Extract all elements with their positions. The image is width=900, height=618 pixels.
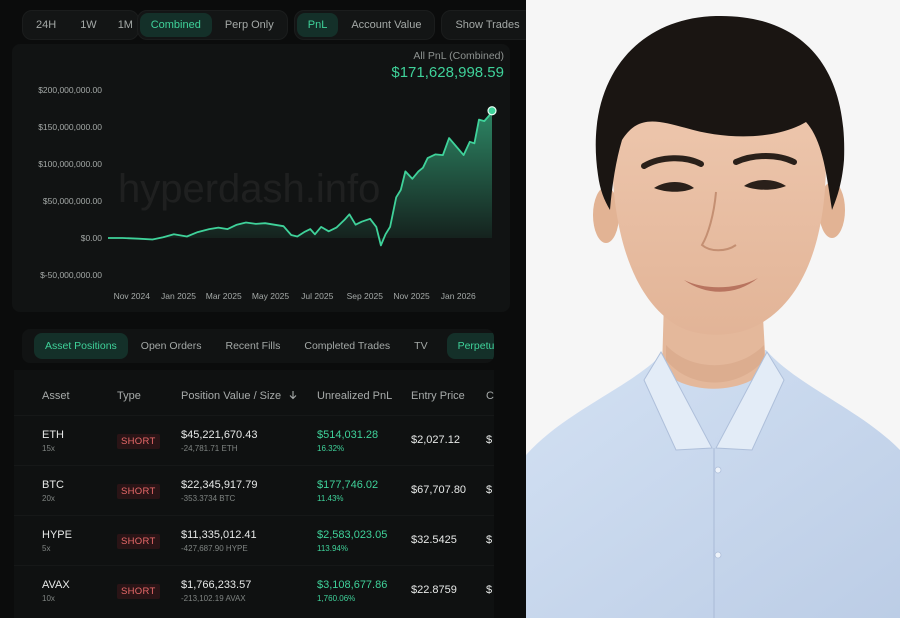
account-value-button[interactable]: Account Value [340, 13, 432, 37]
range-1w-button[interactable]: 1W [69, 13, 108, 37]
header-asset[interactable]: Asset [42, 390, 70, 402]
header-position-value[interactable]: Position Value / Size [181, 390, 298, 402]
y-tick-label: $0.00 [81, 233, 103, 243]
position-value: $11,335,012.41 [181, 529, 257, 541]
asset-leverage: 5x [42, 544, 51, 553]
chart-subtitle: All PnL (Combined) [413, 50, 504, 62]
table-row[interactable]: HYPE 5x SHORT $11,335,012.41 -427,687.90… [14, 515, 494, 565]
table-row[interactable]: BTC 20x SHORT $22,345,917.79 -353.3734 B… [14, 465, 494, 515]
unrealized-pnl-pct: 11.43% [317, 494, 344, 503]
range-1m-button[interactable]: 1M [110, 13, 136, 37]
unrealized-pnl: $2,583,023.05 [317, 529, 388, 541]
metric-group: PnL Account Value [293, 10, 436, 40]
asset-leverage: 20x [42, 494, 55, 503]
position-value: $22,345,917.79 [181, 479, 258, 491]
x-tick-label: May 2025 [252, 291, 290, 301]
header-type[interactable]: Type [117, 390, 141, 402]
table-row[interactable]: ETH 15x SHORT $45,221,670.43 -24,781.71 … [14, 415, 494, 465]
show-trades-group: Show Trades [441, 10, 526, 40]
position-value: $45,221,670.43 [181, 429, 258, 441]
tab-recent-fills[interactable]: Recent Fills [215, 333, 292, 359]
show-trades-button[interactable]: Show Trades [444, 13, 526, 37]
side-badge: SHORT [117, 584, 160, 599]
chart-filter-bar: 24H 1W 1M Combined Perp Only PnL Account… [22, 10, 526, 40]
perpetual-filter-button[interactable]: Perpetual [446, 333, 494, 359]
watermark-text: hyperdash.info [118, 167, 380, 211]
position-size: -213,102.19 AVAX [181, 594, 246, 603]
tab-open-orders[interactable]: Open Orders [130, 333, 213, 359]
asset-name: BTC [42, 479, 64, 491]
unrealized-pnl: $514,031.28 [317, 429, 379, 441]
side-badge: SHORT [117, 534, 160, 549]
x-tick-label: Sep 2025 [347, 291, 384, 301]
y-tick-label: $200,000,000.00 [38, 85, 102, 95]
dashboard-panel: 24H 1W 1M Combined Perp Only PnL Account… [0, 0, 526, 618]
total-pnl-value: $171,628,998.59 [391, 64, 504, 81]
positions-tab-bar: Asset Positions Open Orders Recent Fills… [22, 329, 494, 363]
position-size: -353.3734 BTC [181, 494, 236, 503]
side-badge: SHORT [117, 484, 160, 499]
header-unrealized-pnl[interactable]: Unrealized PnL [317, 390, 392, 402]
entry-price: $67,707.80 [411, 484, 467, 496]
position-size: -427,687.90 HYPE [181, 544, 248, 553]
unrealized-pnl-pct: 1,760.06% [317, 594, 356, 603]
time-range-group: 24H 1W 1M [22, 10, 139, 40]
portrait-photo [526, 0, 900, 618]
y-tick-label: $-50,000,000.00 [40, 270, 102, 280]
tab-tv[interactable]: TV [403, 333, 438, 359]
x-tick-label: Mar 2025 [206, 291, 242, 301]
header-current-price[interactable]: C [486, 390, 494, 402]
x-tick-label: Jan 2025 [161, 291, 196, 301]
x-tick-label: Nov 2025 [393, 291, 430, 301]
unrealized-pnl-pct: 113.94% [317, 544, 348, 553]
perp-only-button[interactable]: Perp Only [214, 13, 285, 37]
asset-leverage: 10x [42, 594, 55, 603]
position-size: -24,781.71 ETH [181, 444, 238, 453]
current-price: $ [486, 584, 493, 596]
entry-price: $32.5425 [411, 534, 457, 546]
asset-leverage: 15x [42, 444, 55, 453]
y-tick-label: $100,000,000.00 [38, 159, 102, 169]
range-24h-button[interactable]: 24H [25, 13, 67, 37]
table-row[interactable]: AVAX 10x SHORT $1,766,233.57 -213,102.19… [14, 565, 494, 615]
unrealized-pnl: $177,746.02 [317, 479, 379, 491]
asset-name: ETH [42, 429, 64, 441]
pnl-area-chart: hyperdash.info $200,000,000.00 $150,000,00… [38, 85, 497, 301]
unrealized-pnl: $3,108,677.86 [317, 579, 388, 591]
current-price: $ [486, 534, 493, 546]
x-tick-label: Nov 2024 [114, 291, 151, 301]
combined-button[interactable]: Combined [139, 13, 212, 37]
side-badge: SHORT [117, 434, 160, 449]
entry-price: $2,027.12 [411, 434, 460, 446]
pnl-button[interactable]: PnL [296, 13, 339, 37]
unrealized-pnl-pct: 16.32% [317, 444, 345, 453]
market-type-group: Combined Perp Only [136, 10, 288, 40]
header-entry-price[interactable]: Entry Price [411, 390, 465, 402]
asset-name: HYPE [42, 529, 72, 541]
last-point-marker [487, 106, 497, 116]
tab-completed-trades[interactable]: Completed Trades [293, 333, 401, 359]
y-tick-label: $50,000,000.00 [43, 196, 102, 206]
portrait-illustration [526, 0, 900, 618]
position-value: $1,766,233.57 [181, 579, 252, 591]
header-position-value-label: Position Value / Size [181, 390, 282, 402]
y-tick-label: $150,000,000.00 [38, 122, 102, 132]
entry-price: $22.8759 [411, 584, 457, 596]
current-price: $ [486, 434, 493, 446]
tab-asset-positions[interactable]: Asset Positions [34, 333, 128, 359]
positions-table: Asset Type Position Value / Size Unreali… [14, 370, 494, 618]
x-tick-label: Jul 2025 [301, 291, 333, 301]
current-price: $ [486, 484, 493, 496]
asset-name: AVAX [42, 579, 70, 591]
arrow-down-icon [289, 391, 297, 400]
x-tick-label: Jan 2026 [441, 291, 476, 301]
